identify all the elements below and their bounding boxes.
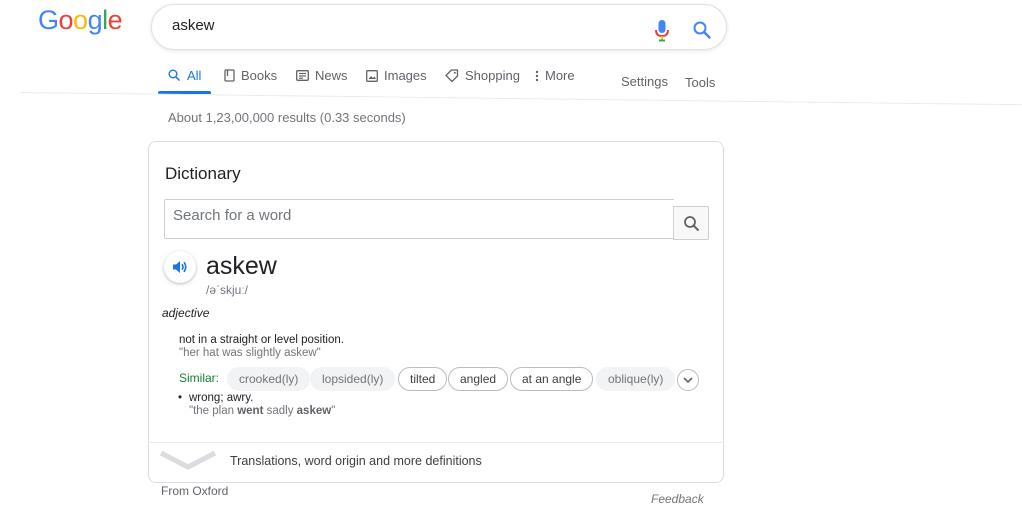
search-box[interactable]: askew: [151, 4, 727, 50]
word-search-input[interactable]: Search for a word: [164, 199, 674, 239]
example-bold: went: [237, 405, 264, 417]
logo-letter: o: [73, 5, 88, 35]
image-icon: [366, 69, 378, 82]
similar-words: Similar: crooked(ly) lopsided(ly) tilted…: [179, 367, 709, 393]
more-definitions-label: Translations, word origin and more defin…: [230, 454, 482, 468]
tab-shopping[interactable]: Shopping: [445, 68, 520, 83]
similar-label: Similar:: [179, 371, 220, 385]
microphone-icon[interactable]: [655, 20, 669, 42]
synonym-chip[interactable]: crooked(ly): [227, 367, 311, 391]
definition-example: "her hat was slightly askew": [179, 347, 321, 359]
tab-label: All: [187, 68, 202, 83]
synonym-chip[interactable]: lopsided(ly): [310, 367, 396, 391]
example-part: sadly: [263, 405, 297, 417]
more-definitions-link[interactable]: Translations, word origin and more defin…: [148, 442, 724, 484]
definition-2: • wrong; awry. "the plan went sadly aske…: [178, 392, 335, 418]
part-of-speech: adjective: [162, 306, 210, 320]
chevron-down-icon: [683, 377, 693, 383]
tab-label: Books: [241, 68, 278, 83]
tab-tools[interactable]: Tools: [685, 75, 715, 90]
feedback-link[interactable]: Feedback: [651, 492, 704, 506]
logo-letter: o: [58, 5, 74, 35]
tab-settings[interactable]: Settings: [621, 74, 668, 89]
tab-label: Settings: [621, 74, 668, 89]
tab-label: News: [315, 68, 348, 83]
synonym-chip[interactable]: tilted: [398, 367, 448, 391]
tab-images[interactable]: Images: [366, 68, 427, 83]
bullet-icon: •: [178, 392, 183, 404]
tab-label: Shopping: [465, 68, 520, 83]
card-title: Dictionary: [165, 164, 241, 183]
source-attribution: From Oxford: [161, 484, 229, 498]
pronunciation: /əˈskjuː/: [206, 283, 249, 297]
news-icon: [296, 70, 309, 81]
tab-label: Tools: [685, 75, 716, 90]
tag-icon: [445, 69, 459, 82]
example-bold: askew: [296, 405, 332, 417]
result-stats: About 1,23,00,000 results (0.33 seconds): [168, 110, 406, 125]
search-icon[interactable]: [692, 20, 712, 40]
definition-example: "the plan went sadly askew": [189, 405, 335, 418]
search-input[interactable]: askew: [172, 17, 215, 34]
google-logo[interactable]: Google: [38, 5, 123, 36]
pronounce-button[interactable]: [164, 251, 196, 283]
tab-books[interactable]: Books: [224, 68, 277, 83]
expand-similar-button[interactable]: [677, 369, 699, 391]
definition-text: wrong; awry.: [189, 392, 254, 404]
tab-news[interactable]: News: [296, 68, 348, 83]
definition-text: not in a straight or level position.: [179, 334, 344, 346]
example-part: "the plan: [189, 405, 238, 417]
example-part: ": [331, 405, 336, 417]
dictionary-card: Dictionary Search for a word askew /əˈsk…: [148, 141, 724, 483]
headword: askew: [206, 252, 277, 280]
search-tabs: All Books News Images Shopping More Sett…: [158, 58, 728, 96]
logo-letter: g: [87, 5, 103, 35]
search-icon: [683, 215, 699, 231]
definition-1: not in a straight or level position. "he…: [179, 334, 344, 360]
synonym-chip[interactable]: oblique(ly): [596, 367, 676, 391]
tab-all[interactable]: All: [168, 68, 201, 83]
tab-label: More: [545, 68, 575, 83]
tab-label: Images: [384, 68, 427, 83]
book-icon: [224, 69, 235, 82]
word-search-button[interactable]: [673, 206, 709, 240]
logo-letter: G: [38, 5, 59, 35]
logo-letter: e: [107, 5, 123, 35]
synonym-chip[interactable]: angled: [448, 367, 509, 391]
chevron-down-icon: [159, 450, 217, 470]
speaker-icon: [173, 261, 187, 273]
synonym-chip[interactable]: at an angle: [510, 367, 594, 391]
more-vertical-icon: [535, 70, 539, 81]
search-icon: [168, 69, 181, 82]
tab-more[interactable]: More: [535, 68, 575, 83]
